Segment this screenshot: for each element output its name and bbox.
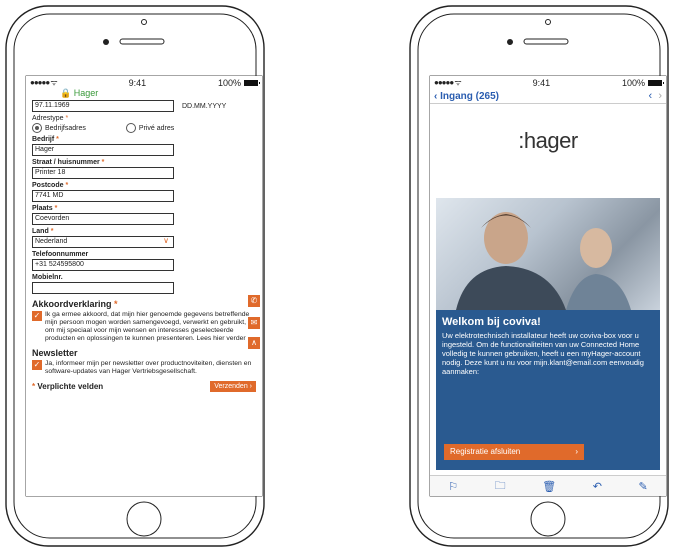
newsletter-text: Ja, informeer mijn per newsletter over p…: [45, 360, 252, 375]
mail-nav-bar: ‹ Ingang (265) ‹ ›: [430, 89, 666, 104]
battery-icon: [648, 80, 664, 87]
phone-right: ●●●●● ᯤ 9:41 100% ‹ Ingang (265) ‹ › :ha…: [406, 4, 672, 548]
welcome-panel: Welkom bij coviva! Uw elektrotechnisch i…: [436, 310, 660, 470]
battery-icon: [244, 80, 260, 87]
mobile-label: Mobielnr.: [32, 274, 63, 281]
agreement-title: Akkoordverklaring *: [32, 299, 118, 309]
street-input[interactable]: Printer 18: [32, 167, 174, 179]
signal-icon: ●●●●● ᯤ: [30, 78, 58, 87]
birthdate-input[interactable]: 97.11.1969: [32, 100, 174, 112]
required-note: * Verplichte velden: [32, 382, 104, 391]
hager-logo: :hager: [518, 128, 578, 153]
reply-icon[interactable]: ↶: [593, 480, 602, 493]
mail-icon[interactable]: ✉: [248, 317, 260, 329]
address-type-label: Adrestype *: [32, 115, 69, 122]
folder-icon[interactable]: 🗀: [495, 477, 506, 496]
chevron-left-icon: ‹: [648, 90, 653, 102]
chevron-right-icon: ›: [658, 90, 662, 102]
compose-icon[interactable]: ✎: [638, 480, 647, 493]
url-bar[interactable]: 🔒 Hager: [26, 89, 262, 98]
agreement-text: Ik ga ermee akkoord, dat mijn hier genoe…: [45, 311, 250, 342]
mail-toolbar: ⚐ 🗀 🗑 ↶ ✎: [430, 475, 666, 496]
email-body: :hager Welkom bij coviva! Uw elektrotech…: [436, 106, 660, 470]
status-bar: ●●●●● ᯤ 9:41 100%: [430, 76, 666, 89]
field-label-street: Straat / huisnummer *: [32, 159, 105, 166]
radio-private-label: Privé adres: [138, 124, 175, 132]
country-value: Nederland: [35, 238, 68, 245]
phone-left: ●●●●● ᯤ 9:41 100% 🔒 Hager 97.11.1969 DD.…: [2, 4, 268, 548]
newsletter-checkbox[interactable]: ✓: [32, 360, 42, 370]
radio-private-address[interactable]: [125, 123, 136, 133]
mail-screen: ●●●●● ᯤ 9:41 100% ‹ Ingang (265) ‹ › :ha…: [430, 76, 666, 496]
phone-label: Telefoonnummer: [32, 251, 89, 258]
phone-input[interactable]: +31 524595800: [32, 259, 174, 271]
radio-company-label: Bedrijfsadres: [45, 124, 86, 132]
trash-icon[interactable]: 🗑: [542, 480, 556, 493]
newsletter-title: Newsletter: [32, 348, 78, 358]
back-button[interactable]: ‹ Ingang (265): [434, 91, 499, 102]
date-format-hint: DD.MM.YYYY: [182, 102, 227, 110]
battery-label: 100%: [217, 77, 241, 88]
country-select[interactable]: Nederland ∨: [32, 236, 174, 248]
radio-company-address[interactable]: [32, 123, 42, 133]
signal-icon: ●●●●● ᯤ: [434, 78, 462, 87]
flag-icon[interactable]: ⚐: [448, 480, 458, 493]
agreement-checkbox[interactable]: ✓: [32, 311, 42, 321]
welcome-heading: Welkom bij coviva!: [442, 316, 541, 328]
mobile-input[interactable]: [32, 282, 174, 294]
submit-button[interactable]: Verzenden ›: [210, 381, 256, 392]
register-button[interactable]: Registratie afsluiten ›: [444, 444, 584, 460]
chevron-up-icon[interactable]: ∧: [248, 337, 260, 349]
field-label-postcode: Postcode *: [32, 182, 69, 189]
welcome-text: Uw elektrotechnisch installateur heeft u…: [442, 331, 644, 376]
status-time: 9:41: [128, 77, 147, 88]
field-label-city: Plaats *: [32, 205, 58, 212]
status-time: 9:41: [532, 77, 551, 88]
postcode-input[interactable]: 7741 MD: [32, 190, 174, 202]
hero-photo: [436, 198, 660, 310]
battery-label: 100%: [621, 77, 645, 88]
field-label-country: Land *: [32, 228, 54, 235]
message-nav[interactable]: ‹ ›: [649, 90, 662, 102]
phone-icon[interactable]: ✆: [248, 295, 260, 307]
form-screen: ●●●●● ᯤ 9:41 100% 🔒 Hager 97.11.1969 DD.…: [26, 76, 262, 496]
city-input[interactable]: Coevorden: [32, 213, 174, 225]
chevron-down-icon: ∨: [163, 236, 169, 245]
company-input[interactable]: Hager: [32, 144, 174, 156]
field-label-company: Bedrijf *: [32, 136, 59, 143]
